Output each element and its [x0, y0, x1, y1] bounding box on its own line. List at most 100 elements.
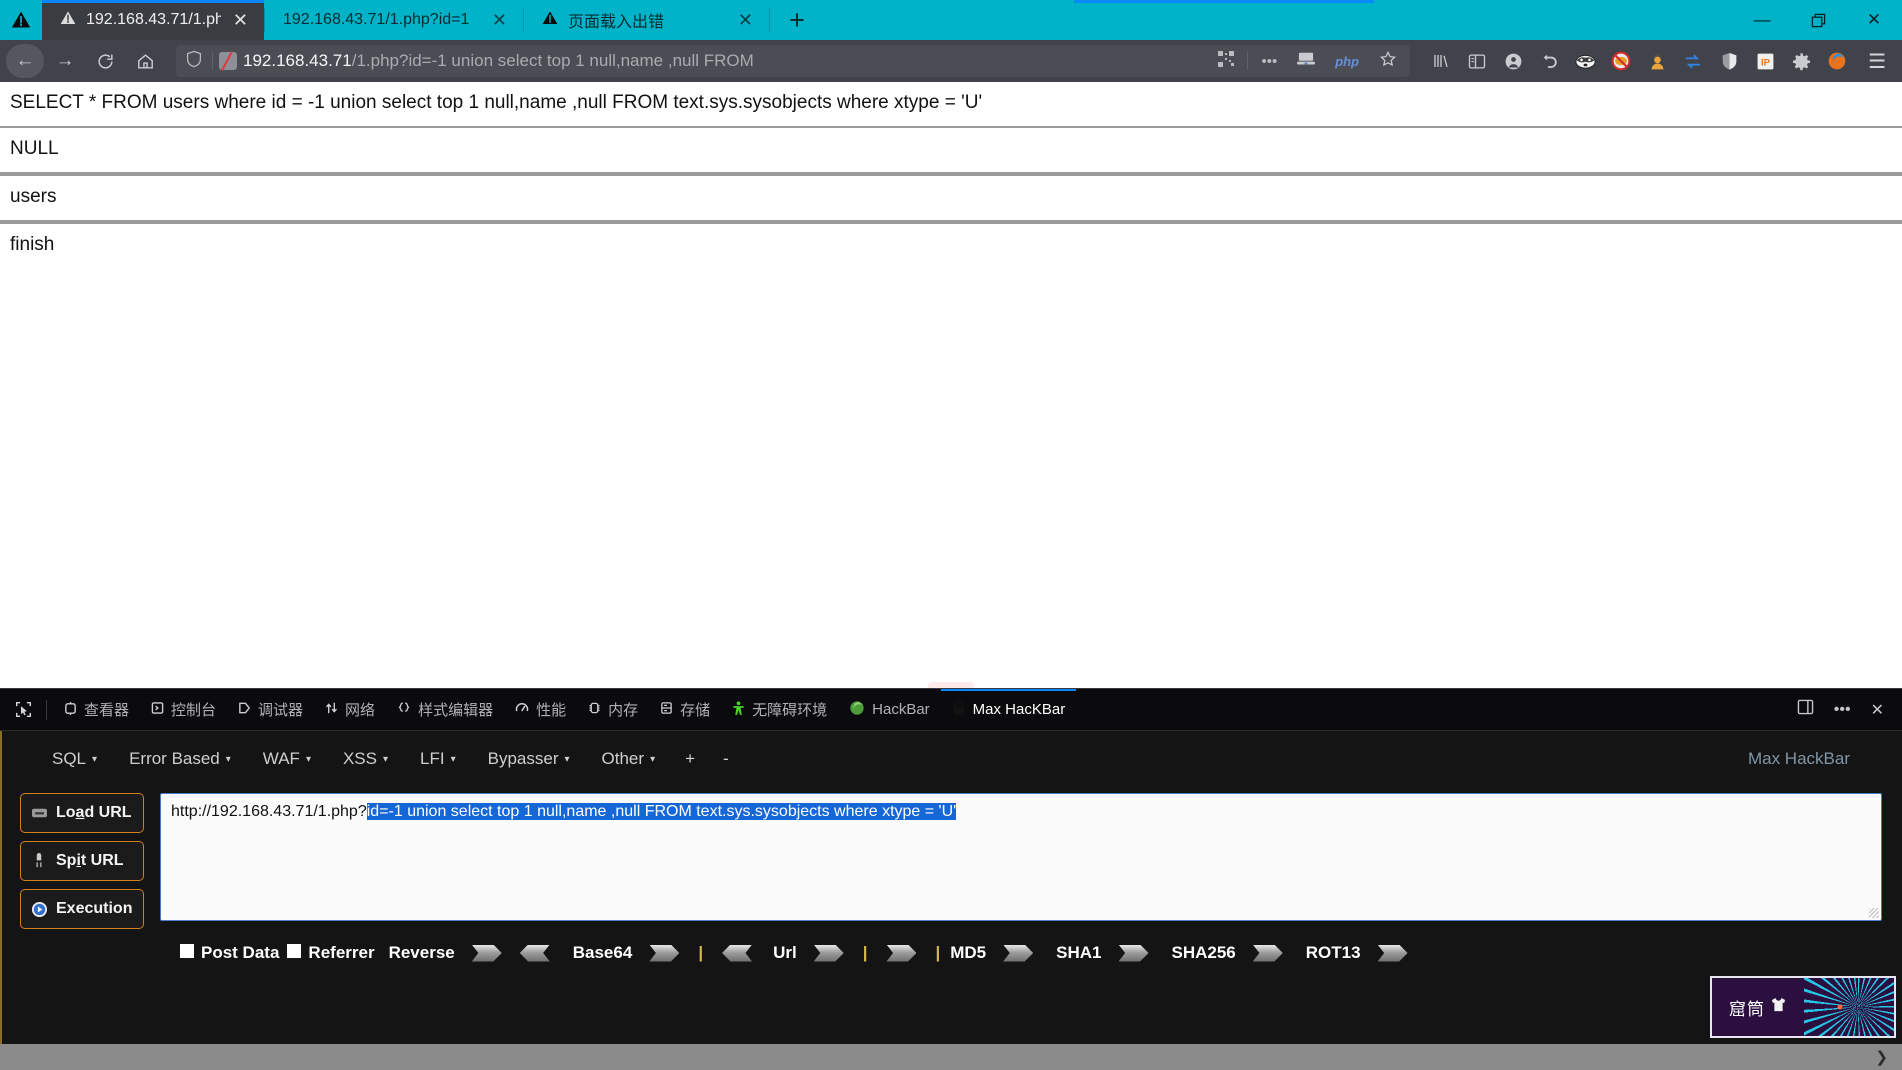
hackbar-menu-lfi[interactable]: LFI ▾	[404, 749, 472, 769]
hackbar-menu-xss[interactable]: XSS ▾	[327, 749, 404, 769]
devtools-tab-console[interactable]: 控制台	[140, 689, 227, 730]
reader-view-icon[interactable]	[1290, 51, 1322, 71]
permissions-blocked-icon[interactable]	[219, 52, 237, 70]
window-close-button[interactable]: ✕	[1846, 0, 1902, 40]
devtools-tab-storage[interactable]: 存储	[649, 689, 721, 730]
devtools-tab-debugger[interactable]: 调试器	[227, 689, 314, 730]
url-bar[interactable]: 192.168.43.71/1.php?id=-1 union select t…	[176, 45, 1411, 77]
url-encode-button[interactable]	[813, 944, 844, 962]
chevron-down-icon: ▾	[225, 753, 231, 765]
browser-tab-2[interactable]: 页面载入出错 ✕	[524, 0, 769, 40]
back-button[interactable]: ←	[6, 44, 44, 78]
window-minimize-button[interactable]: —	[1734, 0, 1790, 40]
window-restore-button[interactable]	[1790, 0, 1846, 40]
spit-url-button[interactable]: Spit URL	[20, 841, 144, 881]
hackbar-menu-waf[interactable]: WAF ▾	[247, 749, 327, 769]
devtools-tab-label: 查看器	[84, 702, 130, 719]
resize-grip[interactable]	[1869, 908, 1879, 918]
option-separator: |	[698, 943, 704, 962]
url-text[interactable]: 192.168.43.71/1.php?id=-1 union select t…	[243, 51, 1205, 71]
reverse-label: Reverse	[388, 943, 455, 962]
hackbar-menu-other[interactable]: Other ▾	[586, 749, 672, 769]
undo-icon[interactable]	[1538, 50, 1560, 72]
chevron-down-icon: ▾	[450, 753, 456, 765]
referrer-checkbox[interactable]: Referrer	[287, 943, 375, 963]
devtools-close-icon[interactable]: ✕	[1863, 700, 1892, 720]
gear-icon[interactable]	[1790, 50, 1812, 72]
tab-close-icon[interactable]: ✕	[736, 11, 755, 29]
raccoon-icon[interactable]	[1574, 50, 1596, 72]
url-decode-button[interactable]	[886, 944, 917, 962]
qr-code-icon[interactable]	[1211, 51, 1241, 71]
browser-toolbar-icons: IP	[1422, 50, 1856, 72]
hackbar-remove-button[interactable]: -	[709, 749, 743, 769]
devtools-tab-style-editor[interactable]: 样式编辑器	[386, 689, 504, 730]
page-line-2: users	[10, 186, 57, 207]
browser-tab-0[interactable]: 192.168.43.71/1.php?id=-1% ✕	[42, 0, 264, 40]
execution-button[interactable]: Execution	[20, 889, 144, 929]
window-warning-icon	[0, 0, 42, 40]
more-actions-icon[interactable]: •••	[1254, 53, 1284, 70]
reverse-decode-button[interactable]	[519, 944, 550, 962]
no-script-icon[interactable]	[1610, 50, 1632, 72]
hackbar-url-textarea[interactable]: http://192.168.43.71/1.php?id=-1 union s…	[160, 793, 1882, 921]
hackbar-add-button[interactable]: +	[671, 749, 709, 769]
page-line-0: SELECT * FROM users where id = -1 union …	[10, 92, 983, 113]
php-extension-icon[interactable]: php	[1328, 54, 1366, 69]
devtools-tab-performance[interactable]: 性能	[504, 689, 577, 730]
md5-button[interactable]	[1003, 944, 1034, 962]
devtools-tab-max-hackbar[interactable]: Max HacKBar	[940, 689, 1077, 730]
checkbox-box	[180, 944, 194, 958]
sha1-button[interactable]	[1118, 944, 1149, 962]
devtools-tab-hackbar[interactable]: HackBar	[838, 689, 941, 730]
devtools-tab-memory[interactable]: 内存	[577, 689, 649, 730]
base64-encode-button[interactable]	[649, 944, 680, 962]
swap-icon[interactable]	[1682, 50, 1704, 72]
forward-button[interactable]: →	[46, 44, 84, 78]
app-menu-icon[interactable]: ☰	[1858, 49, 1896, 74]
devtools-tab-inspector[interactable]: 查看器	[53, 689, 140, 730]
status-bar-segment	[0, 1044, 586, 1070]
ad-widget[interactable]: 窟筒	[1710, 976, 1896, 1038]
hackbar-menu-error-based[interactable]: Error Based ▾	[113, 749, 247, 769]
home-button[interactable]	[126, 44, 164, 78]
ip-icon[interactable]: IP	[1754, 50, 1776, 72]
devtools-tab-network[interactable]: 网络	[314, 689, 386, 730]
sidebar-icon[interactable]	[1466, 50, 1488, 72]
base64-decode-button[interactable]	[722, 944, 753, 962]
firefox-icon[interactable]	[1826, 50, 1848, 72]
user-agent-icon[interactable]	[1646, 50, 1668, 72]
shield-icon[interactable]	[1718, 50, 1740, 72]
reload-button[interactable]	[86, 44, 124, 78]
hackbar-options-row: Post Data Referrer Reverse Base64 | Url …	[2, 929, 1902, 963]
bookmark-star-icon[interactable]	[1372, 50, 1404, 72]
reverse-encode-button[interactable]	[471, 944, 502, 962]
sha256-button[interactable]	[1252, 944, 1283, 962]
dock-icon[interactable]	[1789, 699, 1822, 720]
new-tab-button[interactable]: +	[770, 0, 824, 40]
chevron-down-icon: ▾	[650, 753, 656, 765]
load-url-button[interactable]: Load URL	[20, 793, 144, 833]
url-divider	[1247, 52, 1249, 70]
warning-icon	[60, 10, 76, 31]
element-picker-icon[interactable]	[6, 701, 40, 718]
devtools-tab-accessibility[interactable]: 无障碍环境	[721, 689, 838, 730]
hackbar-menu-bypasser[interactable]: Bypasser ▾	[472, 749, 586, 769]
post-data-checkbox[interactable]: Post Data	[180, 943, 279, 963]
chevron-down-icon: ▾	[305, 753, 311, 765]
rot13-button[interactable]	[1377, 944, 1408, 962]
tab-close-icon[interactable]: ✕	[490, 11, 509, 29]
chevron-right-icon[interactable]: ❯	[1875, 1048, 1888, 1066]
browser-nav-bar: ← → 192.168.43.71/1.php?id=-1 union sele…	[0, 40, 1902, 82]
devtools-meatball-icon[interactable]: •••	[1826, 701, 1859, 719]
option-separator: |	[935, 943, 941, 962]
devtools-tab-label: HackBar	[872, 701, 930, 718]
library-icon[interactable]	[1430, 50, 1452, 72]
account-icon[interactable]	[1502, 50, 1524, 72]
hackbar-menu-sql[interactable]: SQL ▾	[36, 749, 113, 769]
sha256-label: SHA256	[1171, 943, 1236, 962]
tab-close-icon[interactable]: ✕	[231, 11, 250, 29]
hackbar-body: Load URL Spit URL Execution http://192.1…	[2, 787, 1902, 929]
browser-tab-1[interactable]: 192.168.43.71/1.php?id=1 ✕	[265, 0, 523, 40]
shield-icon[interactable]	[182, 50, 206, 72]
